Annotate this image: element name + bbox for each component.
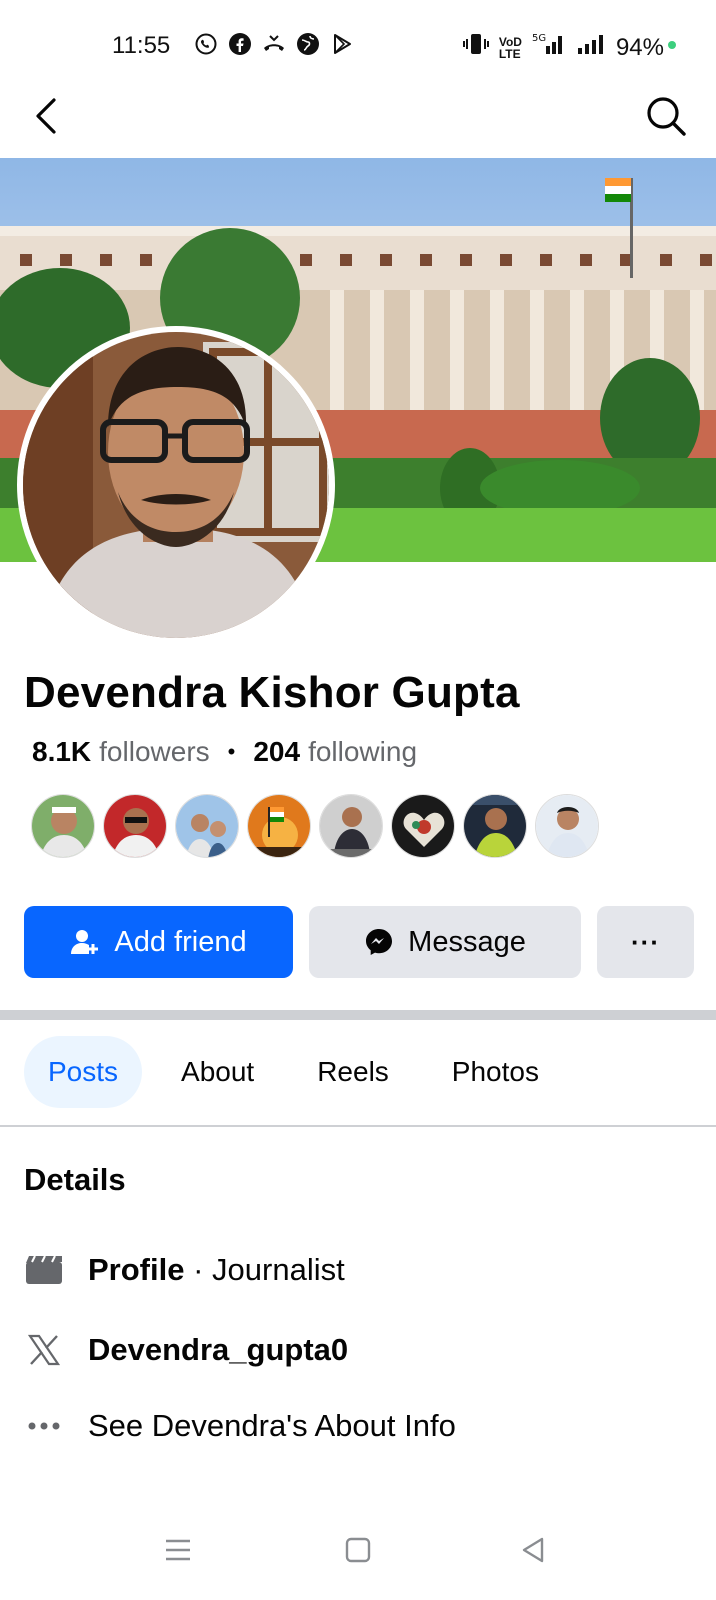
signal-5g-icon: 5G: [532, 32, 566, 63]
more-icon: ···: [631, 926, 660, 957]
followers-label[interactable]: followers: [99, 736, 209, 768]
friend-avatar[interactable]: [175, 794, 239, 858]
profile-tabs: Posts About Reels Photos: [24, 1036, 578, 1108]
play-store-icon: [330, 32, 354, 56]
volte-icon: VoD LTE: [498, 34, 522, 61]
status-bar: 11:55 VoD LTE 5G 94%: [0, 0, 716, 90]
clapperboard-icon: [24, 1250, 64, 1290]
svg-text:5G: 5G: [532, 33, 546, 44]
messenger-icon: [364, 927, 394, 957]
status-time: 11:55: [112, 32, 171, 59]
section-divider: [0, 1010, 716, 1020]
profile-name: Devendra Kishor Gupta: [24, 668, 520, 717]
details-heading: Details: [24, 1162, 126, 1197]
tab-about[interactable]: About: [157, 1036, 278, 1108]
more-dots-icon: [24, 1406, 64, 1446]
detail-twitter-row[interactable]: Devendra_gupta0: [24, 1330, 348, 1370]
detail-profile-label: Profile: [88, 1252, 185, 1287]
message-button[interactable]: Message: [309, 906, 581, 978]
follow-counts: 8.1K followers • 204 following: [32, 736, 417, 768]
friend-avatar[interactable]: [31, 794, 95, 858]
battery-percent: 94%: [615, 33, 664, 61]
add-friend-icon: [70, 927, 100, 957]
tab-posts[interactable]: Posts: [24, 1036, 143, 1108]
search-icon[interactable]: [644, 94, 688, 138]
friend-avatar[interactable]: [463, 794, 527, 858]
signal-icon: [576, 32, 606, 63]
message-label: Message: [408, 925, 526, 958]
detail-profile-value: Journalist: [212, 1252, 345, 1287]
x-twitter-icon: [24, 1330, 64, 1370]
friend-avatar[interactable]: [319, 794, 383, 858]
globe-icon: [296, 32, 320, 56]
facebook-icon: [228, 32, 252, 56]
profile-actions: Add friend Message ···: [24, 906, 694, 978]
system-navigation-bar: [0, 1530, 716, 1580]
mutual-friends-row: [31, 794, 599, 858]
back-arrow-icon[interactable]: [28, 94, 68, 138]
tabs-divider: [0, 1125, 716, 1127]
friend-avatar[interactable]: [391, 794, 455, 858]
profile-avatar[interactable]: [17, 326, 335, 644]
home-icon[interactable]: [344, 1536, 372, 1569]
following-count[interactable]: 204: [253, 736, 300, 768]
followers-count[interactable]: 8.1K: [32, 736, 91, 768]
detail-profile-separator: ·: [184, 1252, 213, 1287]
following-label[interactable]: following: [308, 736, 417, 768]
friend-avatar[interactable]: [247, 794, 311, 858]
friend-avatar[interactable]: [535, 794, 599, 858]
recent-apps-icon[interactable]: [164, 1536, 192, 1569]
whatsapp-icon: [194, 32, 218, 56]
add-friend-label: Add friend: [114, 925, 247, 958]
missed-call-icon: [262, 32, 286, 56]
privacy-indicator-dot: [668, 41, 676, 49]
top-nav: [0, 80, 716, 158]
detail-twitter-handle[interactable]: Devendra_gupta0: [88, 1332, 348, 1368]
tab-photos[interactable]: Photos: [428, 1036, 563, 1108]
add-friend-button[interactable]: Add friend: [24, 906, 293, 978]
count-separator: •: [227, 739, 236, 764]
tab-reels[interactable]: Reels: [293, 1036, 413, 1108]
friend-avatar[interactable]: [103, 794, 167, 858]
status-notification-icons: [194, 32, 354, 56]
vibrate-icon: [462, 32, 489, 63]
detail-profile-row: Profile · Journalist: [24, 1250, 345, 1290]
more-options-button[interactable]: ···: [597, 906, 694, 978]
see-about-info-link[interactable]: See Devendra's About Info: [88, 1408, 456, 1444]
status-right: VoD LTE 5G 94%: [462, 32, 664, 63]
system-back-icon[interactable]: [520, 1536, 548, 1569]
detail-about-row[interactable]: See Devendra's About Info: [24, 1406, 456, 1446]
